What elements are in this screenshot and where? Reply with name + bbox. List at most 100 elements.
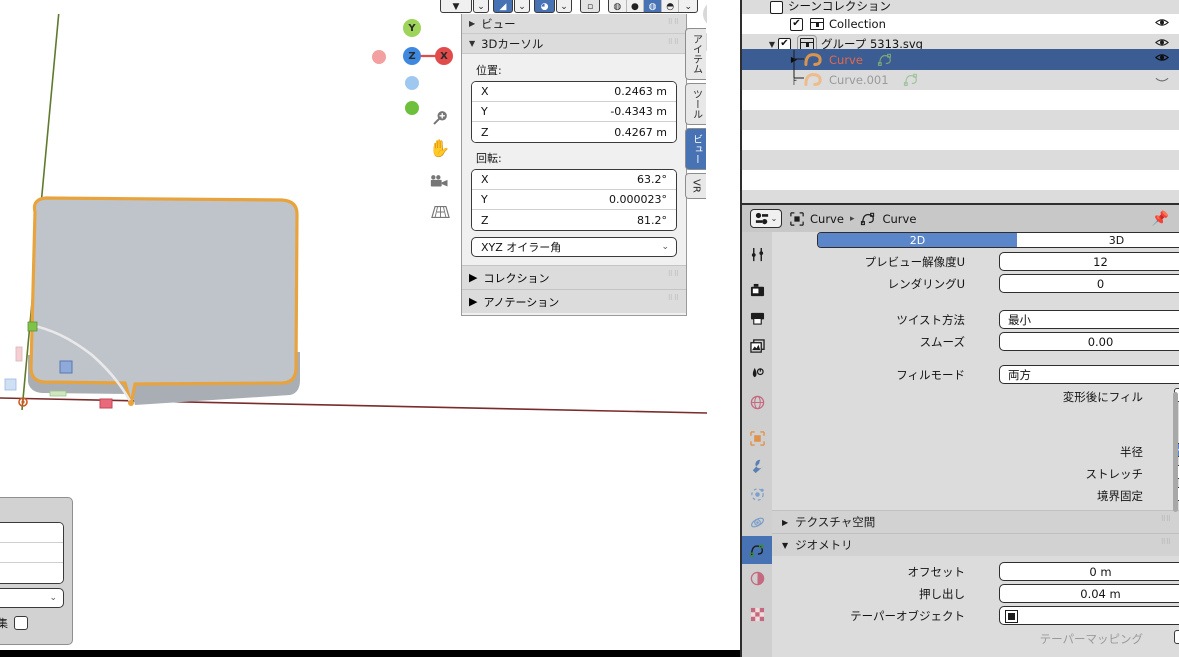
view-section-header[interactable]: ▶ ビュー ⠿⠿ xyxy=(462,14,686,34)
properties-tab-scene[interactable] xyxy=(742,360,772,388)
camera-view-button[interactable] xyxy=(428,169,452,193)
properties-header[interactable]: ⌄ Curve ▸ Curve 📌 xyxy=(742,205,1179,232)
properties-tab-object-data[interactable] xyxy=(742,536,772,564)
gizmo-ball-x-positive[interactable]: X xyxy=(435,47,453,65)
cursor-location-x[interactable]: X 0.2463 m xyxy=(472,82,676,102)
pin-icon[interactable]: 📌 xyxy=(1152,211,1169,227)
section-texture-space[interactable]: ▶ テクスチャ空間 ⠿⠿ xyxy=(772,510,1179,533)
collection-section-header[interactable]: ▶ コレクション ⠿⠿ xyxy=(462,265,686,289)
curve-shape-toggle[interactable]: 2D 3D xyxy=(817,232,1179,248)
cursor-rotation-z[interactable]: Z 81.2° xyxy=(472,210,676,230)
rotation-mode-dropdown[interactable]: XYZ オイラー角 ⌄ xyxy=(471,237,677,257)
chevron-down-icon: ▼ xyxy=(469,39,476,48)
shading-wireframe-button[interactable]: ◍ xyxy=(609,0,627,12)
shading-dropdown[interactable]: ⌄ xyxy=(679,0,697,12)
snap-dropdown[interactable]: ⌄ xyxy=(514,0,530,13)
section-geometry[interactable]: ▼ ジオメトリ ⠿⠿ xyxy=(772,533,1179,556)
select-mode-dropdown[interactable]: ⌄ xyxy=(473,0,489,13)
redo-checkbox[interactable] xyxy=(14,616,28,630)
redo-checkbox-row[interactable]: ール編集 xyxy=(0,614,68,632)
physics-orbit-icon xyxy=(750,517,764,527)
pan-view-button[interactable]: ✋ xyxy=(428,137,452,161)
properties-body[interactable]: 2D 3D プレビュー解像度U 12 レンダリングU 0 • ツイスト方法 最小 xyxy=(772,232,1179,657)
properties-scrollbar[interactable] xyxy=(1173,392,1178,512)
properties-editor[interactable]: ⌄ Curve ▸ Curve 📌 2D 3D プレビュー解像度U 12 レンダ… xyxy=(740,203,1179,657)
gizmo-ball-z-negative[interactable] xyxy=(405,76,419,90)
properties-tab-particles[interactable] xyxy=(742,480,772,508)
sidebar-tab-item-label: アイテム xyxy=(690,34,702,74)
cursor-rotation-x[interactable]: X 63.2° xyxy=(472,170,676,190)
properties-tab-texture[interactable] xyxy=(742,600,772,628)
cursor-location-z[interactable]: Z 0.4267 m xyxy=(472,122,676,142)
editor-type-button[interactable]: ⌄ xyxy=(750,209,782,228)
properties-tab-object[interactable] xyxy=(742,424,772,452)
properties-tab-render[interactable] xyxy=(742,276,772,304)
shading-solid-button[interactable]: ● xyxy=(627,0,645,12)
properties-tab-material[interactable] xyxy=(742,564,772,592)
checkbox-taper-mapping[interactable] xyxy=(1174,630,1179,644)
3d-viewport[interactable]: ▼ ⌄ ◢ ⌄ ◕ ⌄ ▫ ◍ ● ◍ ◓ ⌄ Y Z X ✋ ▶ ビュー ⠿⠿… xyxy=(0,0,707,650)
proportional-edit-dropdown[interactable]: ⌄ xyxy=(556,0,572,13)
field-extrude[interactable]: 0.04 m xyxy=(999,584,1179,603)
sidebar-tab-view[interactable]: ビュー xyxy=(685,128,706,170)
cursor-location-group[interactable]: X 0.2463 m Y -0.4343 m Z 0.4267 m xyxy=(471,81,677,143)
cursor-section-header[interactable]: ▼ 3Dカーソル ⠿⠿ xyxy=(462,34,686,54)
gizmo-label-z: Z xyxy=(408,50,416,62)
redo-row-3[interactable]: 00 xyxy=(0,563,63,583)
sidebar-tab-tool[interactable]: ツール xyxy=(685,83,706,125)
chevron-down-icon: ⌄ xyxy=(770,214,778,223)
viewport-sidebar-panel[interactable]: ▶ ビュー ⠿⠿ ▼ 3Dカーソル ⠿⠿ 位置: X 0.2463 m Y -0… xyxy=(461,14,687,316)
proportional-edit-button[interactable]: ◕ xyxy=(534,0,555,13)
sidebar-tab-strip[interactable]: アイテム ツール ビュー VR xyxy=(685,28,706,202)
properties-tab-modifiers[interactable] xyxy=(742,452,772,480)
shape-3d-button[interactable]: 3D xyxy=(1017,233,1179,247)
zoom-view-button[interactable] xyxy=(428,105,452,129)
field-render-resolution-u[interactable]: 0 xyxy=(999,274,1179,293)
breadcrumb-data-label: Curve xyxy=(882,211,917,226)
cursor-location-y[interactable]: Y -0.4343 m xyxy=(472,102,676,122)
outliner-editor[interactable]: シーンコレクション ✔ Collection ▼ ✔ グループ 5313.svg xyxy=(740,0,1179,203)
snap-toggle-button[interactable]: ◢ xyxy=(493,0,513,13)
redo-number-group[interactable]: 49 49 00 xyxy=(0,522,64,584)
properties-breadcrumb[interactable]: Curve ▸ Curve xyxy=(790,212,916,226)
rotation-label: 回転: xyxy=(476,152,502,165)
field-twist-method[interactable]: 最小 ⌄ xyxy=(999,310,1179,329)
gizmo-ball-y-positive[interactable]: Y xyxy=(403,19,421,37)
gizmo-ball-z-positive[interactable]: Z xyxy=(403,47,421,65)
properties-tab-world[interactable] xyxy=(742,388,772,416)
cursor-rotation-group[interactable]: X 63.2° Y 0.000023° Z 81.2° xyxy=(471,169,677,231)
field-smooth[interactable]: 0.00 xyxy=(999,332,1179,351)
gizmo-ball-x-negative[interactable] xyxy=(372,50,386,64)
redo-row-1[interactable]: 49 xyxy=(0,523,63,543)
cursor-section-body: 位置: X 0.2463 m Y -0.4343 m Z 0.4267 m 回転… xyxy=(462,54,686,265)
annotation-section-header[interactable]: ▶ アノテーション ⠿⠿ xyxy=(462,289,686,313)
redo-dropdown[interactable]: ル ⌄ xyxy=(0,588,64,608)
sidebar-tab-item[interactable]: アイテム xyxy=(685,28,706,80)
properties-tab-physics[interactable] xyxy=(742,508,772,536)
operator-redo-panel[interactable]: 49 49 00 ル ⌄ ール編集 xyxy=(0,497,73,645)
perspective-toggle-button[interactable] xyxy=(428,200,452,224)
field-taper-object[interactable] xyxy=(999,606,1179,625)
properties-tab-output[interactable] xyxy=(742,304,772,332)
field-fill-mode[interactable]: 両方 ⌄ xyxy=(999,365,1179,384)
sidebar-tab-vr[interactable]: VR xyxy=(685,173,706,199)
circle-icon: ◕ xyxy=(540,2,549,12)
redo-row-2[interactable]: 49 xyxy=(0,543,63,563)
viewport-gizmo-toggle[interactable]: ▫ xyxy=(580,0,600,13)
particles-icon xyxy=(750,487,764,501)
navigation-gizmo[interactable]: Y Z X xyxy=(365,18,457,115)
shading-material-button[interactable]: ◍ xyxy=(644,0,662,12)
properties-tab-tool[interactable] xyxy=(742,240,772,268)
axis-value: 0.4267 m xyxy=(614,125,667,139)
properties-tab-column[interactable] xyxy=(742,232,772,657)
cursor-rotation-y[interactable]: Y 0.000023° xyxy=(472,190,676,210)
shading-rendered-button[interactable]: ◓ xyxy=(662,0,680,12)
shading-mode-group[interactable]: ◍ ● ◍ ◓ ⌄ xyxy=(608,0,698,13)
properties-tab-view-layer[interactable] xyxy=(742,332,772,360)
select-mode-button[interactable]: ▼ xyxy=(440,0,472,13)
field-offset[interactable]: 0 m xyxy=(999,562,1179,581)
gizmo-ball-y-negative[interactable] xyxy=(405,101,419,115)
shape-2d-button[interactable]: 2D xyxy=(818,233,1017,247)
field-preview-resolution-u[interactable]: 12 xyxy=(999,252,1179,271)
viewport-header[interactable]: ▼ ⌄ ◢ ⌄ ◕ ⌄ ▫ ◍ ● ◍ ◓ ⌄ xyxy=(0,0,707,14)
